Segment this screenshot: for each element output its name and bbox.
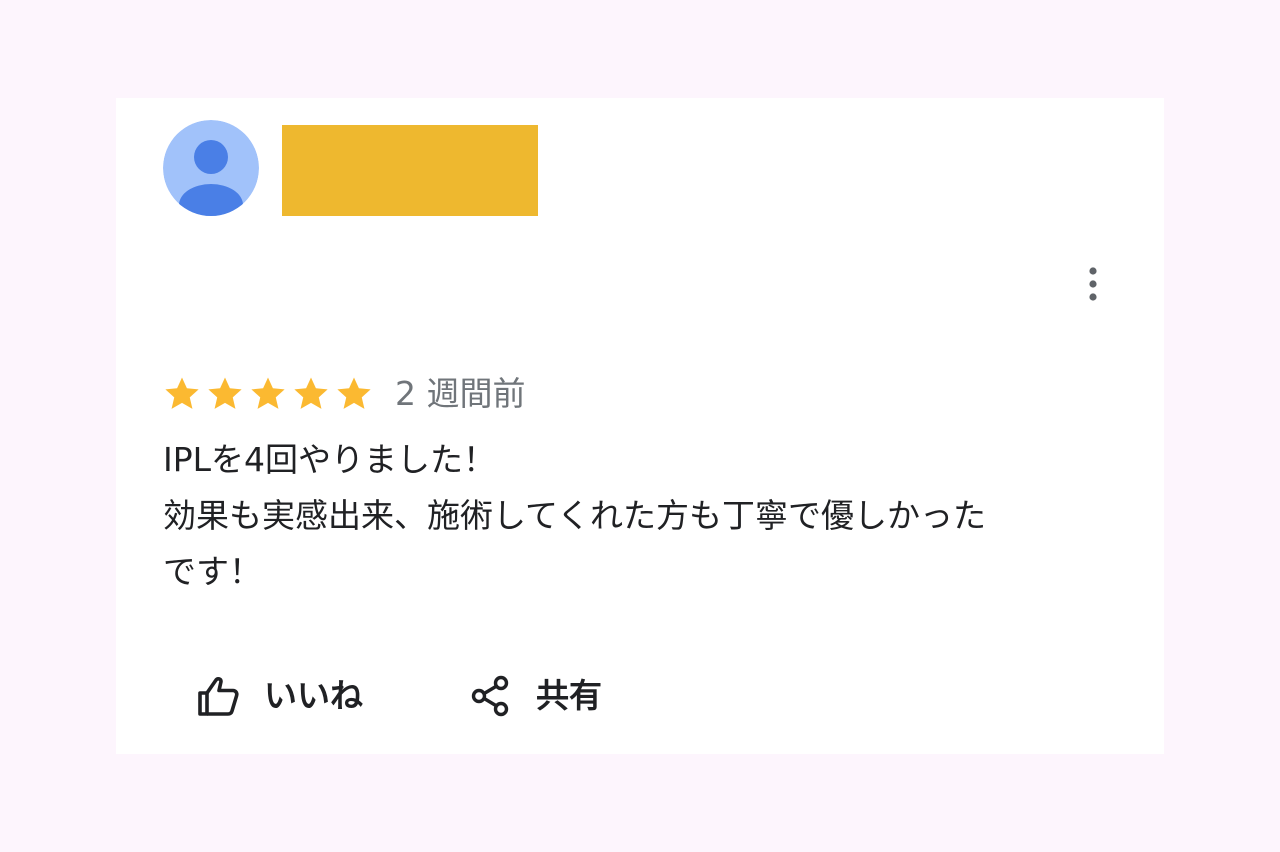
share-label: 共有	[536, 676, 602, 715]
star-icon	[337, 377, 371, 409]
review-text-line: です！	[163, 552, 262, 591]
share-icon	[471, 675, 509, 717]
more-options-button[interactable]	[1074, 260, 1112, 308]
default-user-avatar-icon	[163, 120, 259, 216]
star-icon	[165, 377, 199, 409]
review-text-line: IPLを4回やりました！	[163, 440, 497, 479]
like-label: いいね	[264, 676, 363, 715]
author-avatar[interactable]	[163, 120, 259, 216]
like-button[interactable]: いいね	[196, 672, 363, 720]
rating-row: 2 週間前	[163, 372, 526, 416]
share-button[interactable]: 共有	[470, 672, 602, 720]
star-icon	[251, 377, 285, 409]
star-icon	[294, 377, 328, 409]
review-text: IPLを4回やりました！ 効果も実感出来、施術してくれた方も丁寧で優しかった で…	[163, 432, 1113, 600]
author-name-redacted	[282, 125, 538, 216]
review-time-ago: 2 週間前	[395, 374, 526, 413]
review-card: 2 週間前 IPLを4回やりました！ 効果も実感出来、施術してくれた方も丁寧で優…	[116, 98, 1164, 754]
review-text-line: 効果も実感出来、施術してくれた方も丁寧で優しかった	[163, 496, 987, 535]
star-rating	[163, 375, 373, 413]
star-icon	[208, 377, 242, 409]
thumb-up-icon	[198, 677, 239, 716]
more-vert-icon	[1089, 267, 1097, 301]
